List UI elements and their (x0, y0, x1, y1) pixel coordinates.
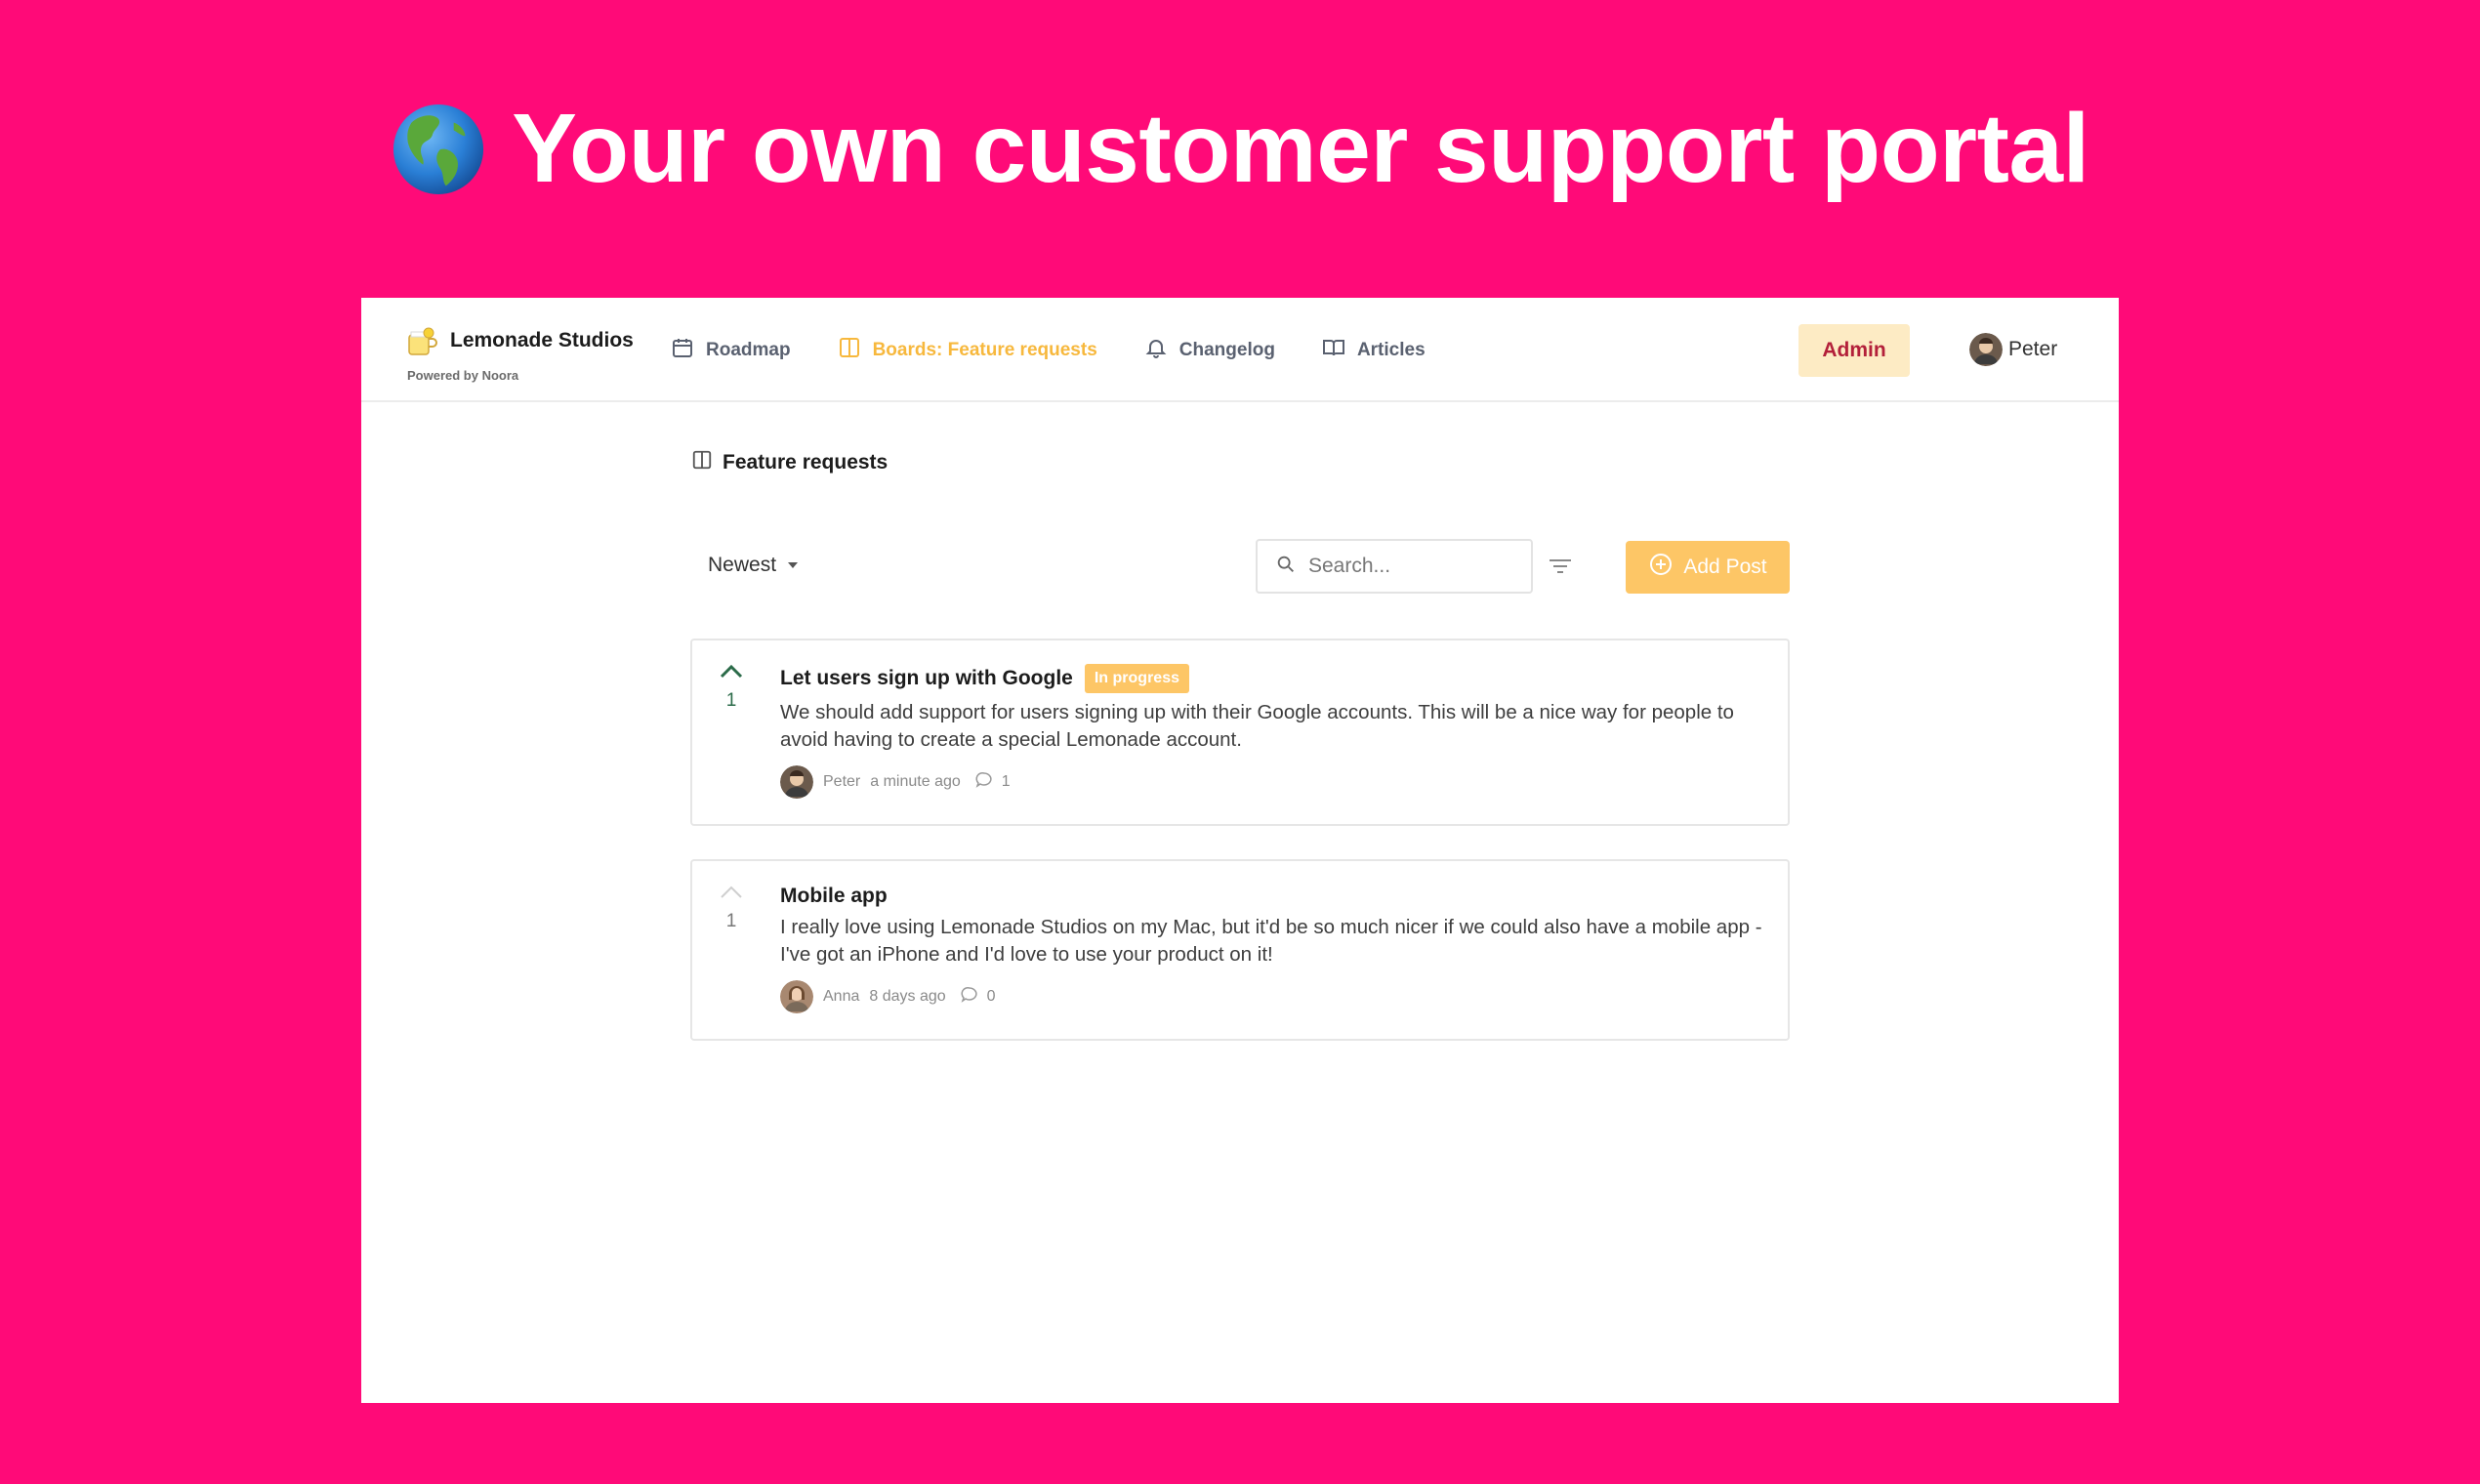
admin-button[interactable]: Admin (1798, 324, 1910, 377)
post-card[interactable]: 1 Let users sign up with Google In progr… (690, 639, 1790, 826)
comment-count: 1 (1001, 773, 1011, 790)
avatar (1969, 333, 2003, 366)
user-menu[interactable]: Peter (1969, 333, 2057, 366)
nav-articles-label: Articles (1356, 339, 1426, 360)
board-title-label: Feature requests (723, 451, 889, 474)
nav-changelog-label: Changelog (1178, 339, 1275, 360)
hero-heading: Your own customer support portal (0, 93, 2480, 205)
upvote-button[interactable]: 1 (692, 662, 770, 712)
bell-icon (1144, 336, 1168, 365)
chevron-up-icon (718, 883, 745, 907)
comments-link[interactable]: 1 (974, 770, 1011, 795)
search-box[interactable] (1256, 539, 1533, 594)
vote-count: 1 (725, 690, 737, 711)
nav-roadmap-label: Roadmap (706, 339, 791, 360)
top-navigation-bar: Lemonade Studios Powered by Noora Roadma… (361, 298, 2119, 402)
search-input[interactable] (1308, 555, 1513, 578)
hero-title: Your own customer support portal (512, 94, 2089, 203)
calendar-icon (671, 336, 694, 365)
avatar (780, 980, 813, 1013)
post-time: 8 days ago (869, 988, 946, 1005)
add-post-label: Add Post (1683, 556, 1767, 578)
post-author: Anna (823, 988, 860, 1005)
nav-changelog[interactable]: Changelog (1144, 336, 1275, 365)
brand[interactable]: Lemonade Studios Powered by Noora (405, 323, 634, 383)
globe-icon (391, 102, 486, 197)
nav-roadmap[interactable]: Roadmap (671, 336, 791, 365)
post-card[interactable]: 1 Mobile app I really love using Lemonad… (690, 859, 1790, 1041)
vote-count: 1 (725, 911, 737, 931)
nav-articles[interactable]: Articles (1322, 336, 1426, 365)
chevron-up-icon (718, 662, 745, 686)
upvote-button[interactable]: 1 (692, 883, 770, 932)
post-title[interactable]: Mobile app (780, 885, 888, 908)
caret-down-icon (788, 562, 799, 568)
brand-name: Lemonade Studios (450, 329, 634, 351)
powered-by-label: Powered by Noora (407, 368, 519, 383)
post-time: a minute ago (870, 773, 961, 790)
board-icon (838, 336, 861, 365)
user-name: Peter (2008, 338, 2058, 360)
status-badge: In progress (1084, 664, 1189, 693)
board-icon (691, 449, 713, 476)
comment-icon (960, 985, 979, 1010)
book-icon (1322, 336, 1345, 365)
post-description: I really love using Lemonade Studios on … (780, 916, 1762, 966)
main-nav: Roadmap Boards: Feature requests Changel… (671, 298, 1472, 402)
page-title: Feature requests (691, 449, 888, 476)
add-post-button[interactable]: Add Post (1626, 541, 1790, 594)
filter-icon[interactable] (1546, 552, 1575, 581)
search-icon (1275, 554, 1297, 580)
avatar (780, 765, 813, 799)
post-title[interactable]: Let users sign up with Google (780, 667, 1073, 690)
nav-boards-feature-requests[interactable]: Boards: Feature requests (838, 336, 1097, 365)
portal-window: Lemonade Studios Powered by Noora Roadma… (361, 298, 2119, 1403)
comment-icon (974, 770, 994, 795)
post-description: We should add support for users signing … (780, 701, 1734, 751)
plus-circle-icon (1648, 552, 1674, 583)
comments-link[interactable]: 0 (960, 985, 996, 1010)
comment-count: 0 (986, 988, 996, 1005)
sort-label: Newest (708, 554, 777, 576)
nav-boards-label: Boards: Feature requests (872, 339, 1097, 360)
sort-dropdown[interactable]: Newest (708, 554, 799, 577)
post-author: Peter (823, 773, 861, 790)
lemonade-logo-icon (405, 323, 440, 358)
